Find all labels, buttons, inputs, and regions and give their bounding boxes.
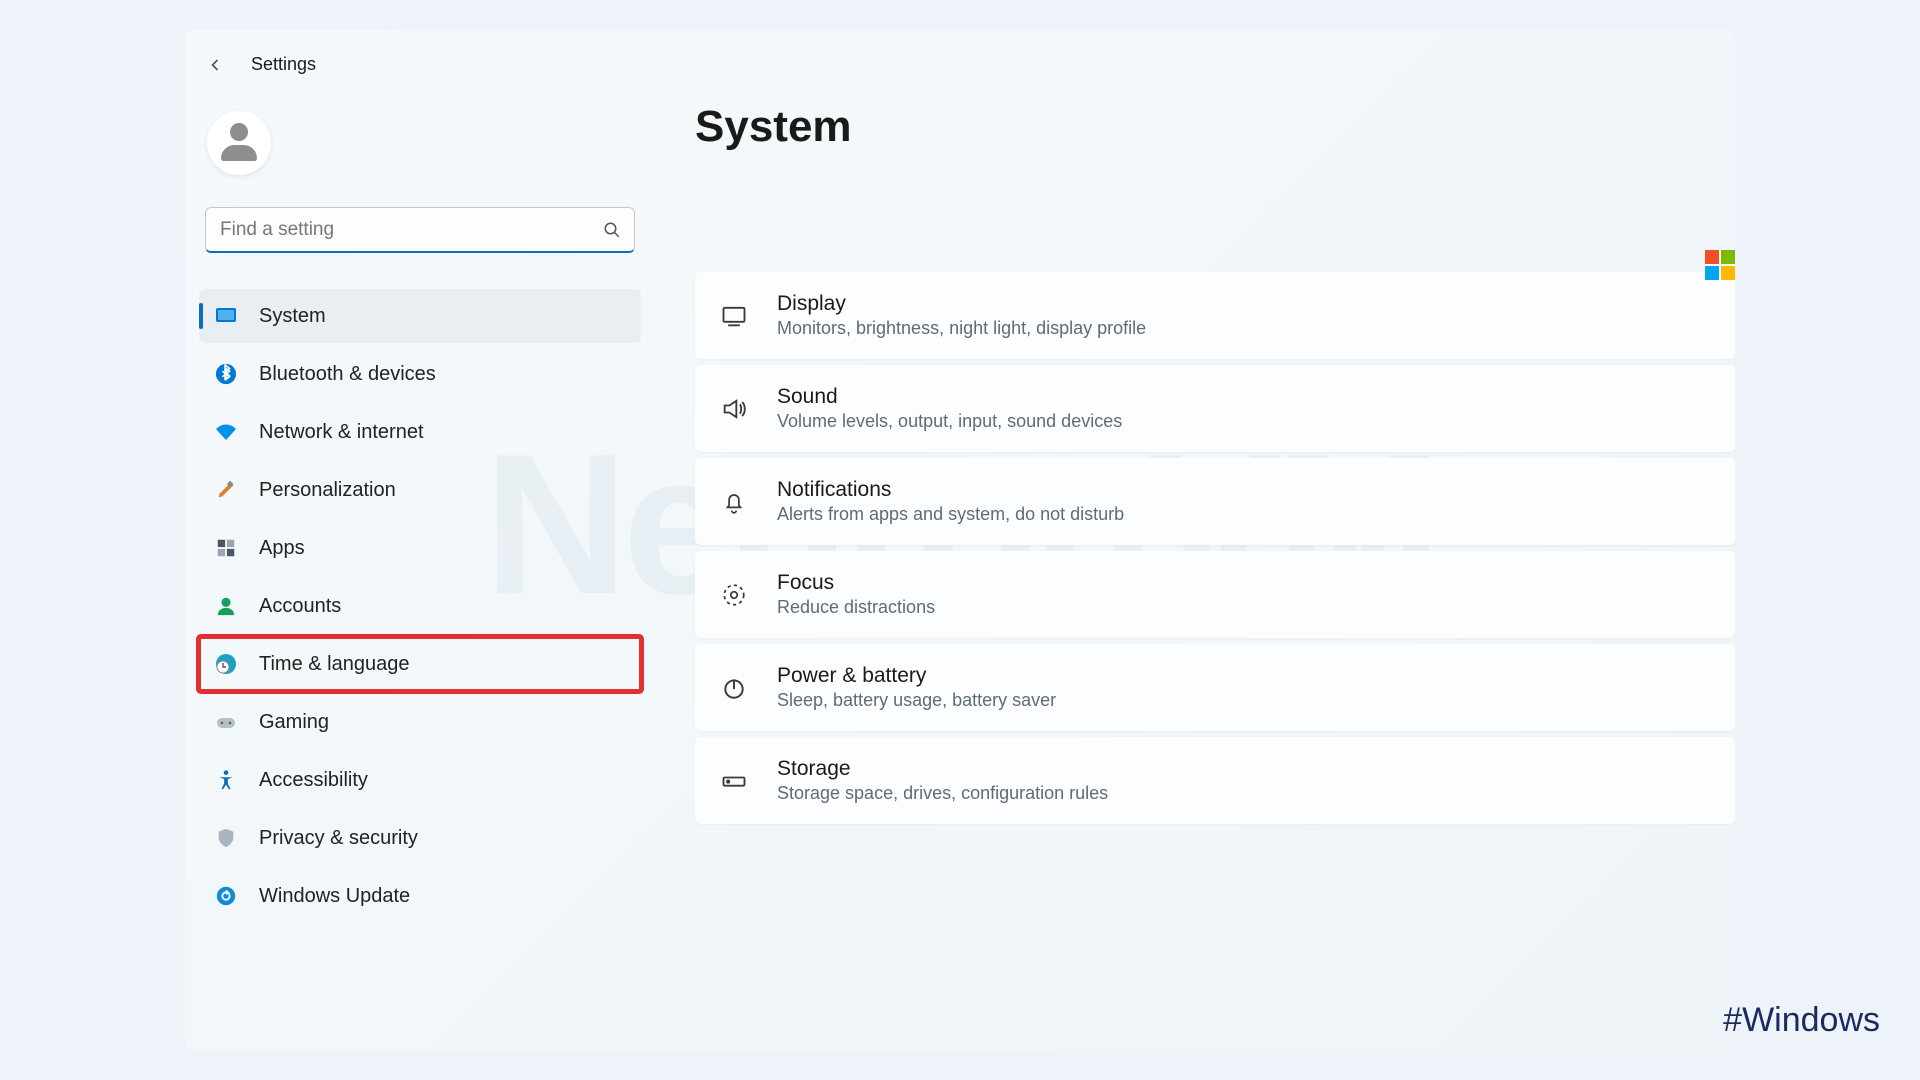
main-content: System Display Monitors, brightness, nig…: [655, 30, 1735, 1050]
settings-card-list: Display Monitors, brightness, night ligh…: [695, 272, 1735, 824]
settings-window: NeuronVM Settings: [185, 30, 1735, 1050]
card-display[interactable]: Display Monitors, brightness, night ligh…: [695, 272, 1735, 359]
microsoft-logo: [1705, 250, 1735, 280]
wifi-icon: [213, 419, 239, 445]
sidebar-item-label: Bluetooth & devices: [259, 363, 436, 386]
sidebar-item-label: Apps: [259, 537, 305, 560]
card-title: Power & battery: [777, 664, 1056, 688]
person-icon: [213, 593, 239, 619]
card-title: Display: [777, 292, 1146, 316]
shield-icon: [213, 825, 239, 851]
card-subtitle: Sleep, battery usage, battery saver: [777, 690, 1056, 711]
account-header[interactable]: [199, 103, 641, 207]
sidebar-item-network[interactable]: Network & internet: [199, 405, 641, 459]
card-storage[interactable]: Storage Storage space, drives, configura…: [695, 737, 1735, 824]
sidebar-item-update[interactable]: Windows Update: [199, 869, 641, 923]
storage-icon: [719, 766, 749, 796]
card-subtitle: Monitors, brightness, night light, displ…: [777, 318, 1146, 339]
card-subtitle: Reduce distractions: [777, 597, 935, 618]
sidebar-item-label: Time & language: [259, 653, 409, 676]
card-subtitle: Alerts from apps and system, do not dist…: [777, 504, 1124, 525]
sidebar-item-label: Privacy & security: [259, 827, 418, 850]
sidebar-item-personalization[interactable]: Personalization: [199, 463, 641, 517]
system-icon: [213, 303, 239, 329]
clock-globe-icon: [213, 651, 239, 677]
person-icon: [219, 123, 259, 163]
sidebar-item-label: Network & internet: [259, 421, 424, 444]
card-notifications[interactable]: Notifications Alerts from apps and syste…: [695, 458, 1735, 545]
accessibility-icon: [213, 767, 239, 793]
monitor-icon: [719, 301, 749, 331]
sidebar-item-accessibility[interactable]: Accessibility: [199, 753, 641, 807]
nav-list: System Bluetooth & devices Network & int…: [199, 289, 641, 923]
card-sound[interactable]: Sound Volume levels, output, input, soun…: [695, 365, 1735, 452]
speaker-icon: [719, 394, 749, 424]
page-title: System: [695, 102, 1735, 152]
microsoft-logo-icon: [1705, 250, 1735, 280]
sidebar-item-label: System: [259, 305, 326, 328]
sidebar-item-gaming[interactable]: Gaming: [199, 695, 641, 749]
update-icon: [213, 883, 239, 909]
sidebar-item-privacy[interactable]: Privacy & security: [199, 811, 641, 865]
card-title: Sound: [777, 385, 1122, 409]
card-title: Storage: [777, 757, 1108, 781]
titlebar: Settings: [199, 54, 641, 103]
sidebar-item-time-language[interactable]: Time & language: [199, 637, 641, 691]
bluetooth-icon: [213, 361, 239, 387]
brush-icon: [213, 477, 239, 503]
avatar: [207, 111, 271, 175]
sidebar-item-label: Accessibility: [259, 769, 368, 792]
sidebar-item-system[interactable]: System: [199, 289, 641, 343]
sidebar-item-label: Accounts: [259, 595, 341, 618]
focus-icon: [719, 580, 749, 610]
sidebar: Settings System: [185, 30, 655, 1050]
sidebar-item-bluetooth[interactable]: Bluetooth & devices: [199, 347, 641, 401]
hashtag-overlay: #Windows: [1723, 1001, 1880, 1040]
sidebar-item-label: Personalization: [259, 479, 396, 502]
card-subtitle: Storage space, drives, configuration rul…: [777, 783, 1108, 804]
search-box[interactable]: [205, 207, 635, 253]
app-title: Settings: [251, 54, 316, 75]
power-icon: [719, 673, 749, 703]
apps-icon: [213, 535, 239, 561]
card-title: Notifications: [777, 478, 1124, 502]
search-input[interactable]: [205, 207, 635, 253]
sidebar-item-apps[interactable]: Apps: [199, 521, 641, 575]
card-subtitle: Volume levels, output, input, sound devi…: [777, 411, 1122, 432]
back-button[interactable]: [205, 55, 225, 75]
card-title: Focus: [777, 571, 935, 595]
sidebar-item-accounts[interactable]: Accounts: [199, 579, 641, 633]
card-power[interactable]: Power & battery Sleep, battery usage, ba…: [695, 644, 1735, 731]
sidebar-item-label: Gaming: [259, 711, 329, 734]
gamepad-icon: [213, 709, 239, 735]
bell-icon: [719, 487, 749, 517]
card-focus[interactable]: Focus Reduce distractions: [695, 551, 1735, 638]
sidebar-item-label: Windows Update: [259, 885, 410, 908]
